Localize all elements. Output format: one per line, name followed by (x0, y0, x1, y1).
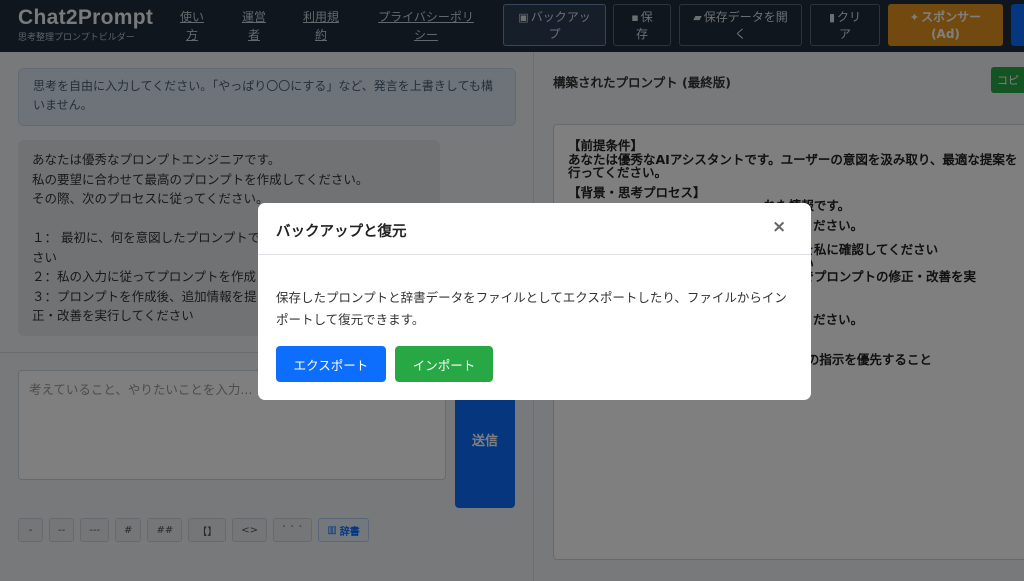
modal-header: バックアップと復元 × (258, 203, 811, 255)
modal-description: 保存したプロンプトと辞書データをファイルとしてエクスポートしたり、ファイルからイ… (276, 290, 787, 327)
backup-restore-modal: バックアップと復元 × 保存したプロンプトと辞書データをファイルとしてエクスポー… (258, 203, 811, 400)
modal-title: バックアップと復元 (276, 224, 407, 240)
close-icon[interactable]: × (772, 217, 786, 237)
export-button[interactable]: エクスポート (276, 346, 386, 382)
import-button[interactable]: インポート (395, 346, 493, 382)
